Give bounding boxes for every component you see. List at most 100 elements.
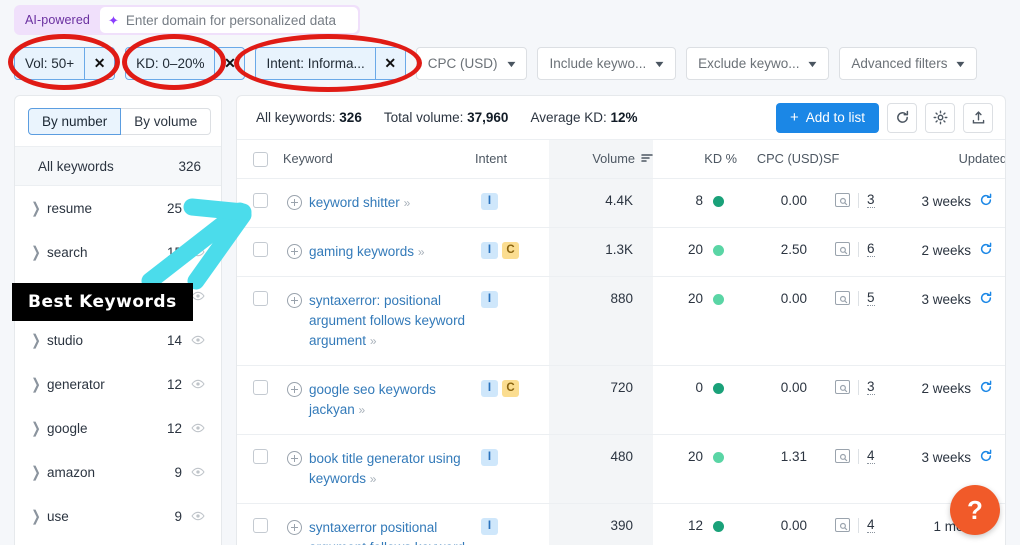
keyword-link[interactable]: gaming keywords » <box>309 242 424 262</box>
sf-value[interactable]: 3 <box>867 192 875 208</box>
serp-features-icon[interactable] <box>835 291 850 305</box>
domain-input[interactable] <box>125 12 350 28</box>
serp-features-icon[interactable] <box>835 193 850 207</box>
table-row[interactable]: book title generator using keywords » I 48… <box>237 434 1005 504</box>
col-kd[interactable]: KD % <box>653 140 737 179</box>
serp-features-icon[interactable] <box>835 380 850 394</box>
sidebar-item-all-keywords[interactable]: All keywords 326 <box>15 146 221 186</box>
add-keyword-icon[interactable] <box>287 243 302 259</box>
sidebar-item-resume[interactable]: ❯ resume 25 <box>15 186 221 230</box>
sf-cell: 4 <box>823 503 901 545</box>
filter-dropdown-advanced-label: Advanced filters <box>851 56 948 71</box>
chevron-right-icon: ❯ <box>31 200 41 217</box>
table-row[interactable]: syntaxerror positional argument follows … <box>237 503 1005 545</box>
keyword-link[interactable]: syntaxerror: positional argument follows… <box>309 291 475 351</box>
sidebar-item-search[interactable]: ❯ search 15 <box>15 230 221 274</box>
eye-icon[interactable] <box>191 421 205 435</box>
domain-input-wrapper[interactable]: ✦ <box>99 7 358 33</box>
row-checkbox[interactable] <box>252 193 268 209</box>
row-refresh-icon[interactable] <box>979 380 993 397</box>
keyword-link[interactable]: keyword shitter » <box>309 193 410 213</box>
row-refresh-icon[interactable] <box>979 291 993 308</box>
sf-value[interactable]: 4 <box>867 448 875 464</box>
serp-features-icon[interactable] <box>835 242 850 256</box>
sf-cell: 6 <box>823 227 901 277</box>
sf-cell: 4 <box>823 434 901 504</box>
export-icon[interactable] <box>963 102 993 133</box>
sidebar-item-google[interactable]: ❯ google 12 <box>15 406 221 450</box>
row-checkbox[interactable] <box>252 242 268 258</box>
table-row[interactable]: google seo keywords jackyan » I C 720 0 0.00 3… <box>237 365 1005 435</box>
group-label: studio <box>47 332 84 348</box>
updated-value: 3 weeks <box>921 193 971 209</box>
col-intent[interactable]: Intent <box>475 140 549 179</box>
eye-icon[interactable] <box>191 465 205 479</box>
gear-icon[interactable] <box>925 102 955 133</box>
col-cpc[interactable]: CPC (USD) <box>737 140 823 179</box>
row-refresh-icon[interactable] <box>979 449 993 466</box>
table-row[interactable]: keyword shitter » I 4.4K 8 0.00 3 3 weeks <box>237 178 1005 228</box>
eye-icon[interactable] <box>191 377 205 391</box>
col-keyword[interactable]: Keyword <box>283 140 475 179</box>
add-keyword-icon[interactable] <box>287 292 302 308</box>
row-checkbox[interactable] <box>252 291 268 307</box>
add-keyword-icon[interactable] <box>287 450 302 466</box>
row-checkbox[interactable] <box>252 380 268 396</box>
sidebar-item-studio[interactable]: ❯ studio 14 <box>15 318 221 362</box>
serp-features-icon[interactable] <box>835 449 850 463</box>
close-icon[interactable]: ✕ <box>84 48 114 79</box>
sf-value[interactable]: 4 <box>867 517 875 533</box>
sidebar-item-generator[interactable]: ❯ generator 12 <box>15 362 221 406</box>
sidebar-item-group-2[interactable]: ❯ <box>15 274 221 318</box>
filter-dropdown-include-label: Include keywo... <box>549 56 647 71</box>
sidebar-item-amazon[interactable]: ❯ amazon 9 <box>15 450 221 494</box>
group-sort-toggle: By number By volume <box>28 108 221 135</box>
col-updated[interactable]: Updated <box>901 140 1005 179</box>
keyword-link[interactable]: google seo keywords jackyan » <box>309 380 475 420</box>
keyword-link[interactable]: syntaxerror positional argument follows … <box>309 518 475 545</box>
col-volume[interactable]: Volume <box>549 140 653 179</box>
row-checkbox[interactable] <box>252 449 268 465</box>
sf-value[interactable]: 6 <box>867 241 875 257</box>
updated-cell: 2 weeks <box>901 227 1005 277</box>
add-keyword-icon[interactable] <box>287 194 302 210</box>
keyword-link[interactable]: book title generator using keywords » <box>309 449 475 489</box>
eye-icon[interactable] <box>191 245 205 259</box>
col-sf[interactable]: SF <box>823 140 901 179</box>
filter-chip-kd[interactable]: KD: 0–20% ✕ <box>125 47 246 80</box>
help-button[interactable]: ? <box>950 485 1000 535</box>
eye-icon[interactable] <box>191 333 205 347</box>
eye-icon[interactable] <box>191 289 205 303</box>
filter-chip-volume[interactable]: Vol: 50+ ✕ <box>14 47 116 80</box>
select-all-checkbox[interactable] <box>252 151 268 167</box>
row-select-cell <box>237 434 283 504</box>
add-keyword-icon[interactable] <box>287 381 302 397</box>
row-refresh-icon[interactable] <box>979 193 993 210</box>
close-icon[interactable]: ✕ <box>374 48 405 79</box>
add-to-list-button[interactable]: + Add to list <box>775 102 879 133</box>
divider <box>858 290 859 306</box>
table-row[interactable]: gaming keywords » I C 1.3K 20 2.50 6 2 weeks <box>237 227 1005 277</box>
row-checkbox[interactable] <box>252 518 268 534</box>
toggle-by-number[interactable]: By number <box>28 108 122 135</box>
add-keyword-icon[interactable] <box>287 519 302 535</box>
filter-dropdown-include-keywords[interactable]: Include keywo... ▼ <box>537 47 677 80</box>
col-volume-label: Volume <box>592 151 635 167</box>
serp-features-icon[interactable] <box>835 518 850 532</box>
summary-average-kd: Average KD: 12% <box>530 110 638 125</box>
sidebar-item-use[interactable]: ❯ use 9 <box>15 494 221 538</box>
toggle-by-volume[interactable]: By volume <box>121 108 212 135</box>
close-icon[interactable]: ✕ <box>214 48 244 79</box>
eye-icon[interactable] <box>191 509 205 523</box>
filter-chip-intent[interactable]: Intent: Informa... ✕ <box>255 47 406 80</box>
row-refresh-icon[interactable] <box>979 242 993 259</box>
filter-dropdown-cpc[interactable]: CPC (USD) ▼ <box>415 47 528 80</box>
refresh-icon[interactable] <box>887 102 917 133</box>
volume-cell: 480 <box>549 434 653 504</box>
eye-icon[interactable] <box>191 201 205 215</box>
sf-value[interactable]: 3 <box>867 379 875 395</box>
sf-value[interactable]: 5 <box>867 290 875 306</box>
table-row[interactable]: syntaxerror: positional argument follows… <box>237 276 1005 366</box>
filter-dropdown-advanced[interactable]: Advanced filters ▼ <box>839 47 978 80</box>
filter-dropdown-exclude-keywords[interactable]: Exclude keywo... ▼ <box>686 47 830 80</box>
